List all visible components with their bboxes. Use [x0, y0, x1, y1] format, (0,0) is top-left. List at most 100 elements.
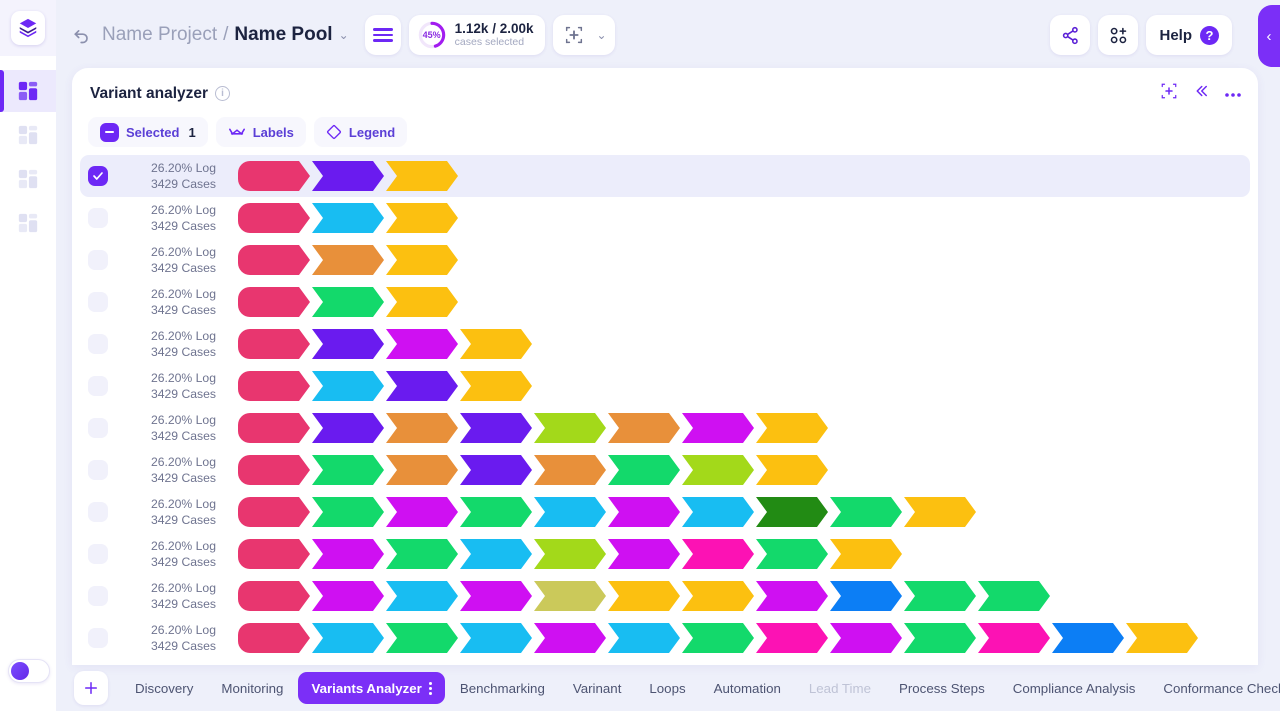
variant-step-lime[interactable] — [534, 413, 606, 443]
tab-process-steps[interactable]: Process Steps — [886, 672, 998, 704]
variant-step-green[interactable] — [608, 455, 680, 485]
breadcrumb-project[interactable]: Name Project — [102, 24, 217, 46]
variant-step-green[interactable] — [386, 539, 458, 569]
variant-step-pink[interactable] — [238, 497, 310, 527]
app-logo[interactable] — [0, 0, 56, 56]
variant-step-cyan[interactable] — [460, 623, 532, 653]
variant-step-pink[interactable] — [238, 161, 310, 191]
variant-step-violet[interactable] — [312, 329, 384, 359]
variant-step-magenta[interactable] — [608, 539, 680, 569]
variant-step-violet[interactable] — [460, 455, 532, 485]
info-icon[interactable]: i — [215, 86, 230, 101]
variant-step-yellow[interactable] — [904, 497, 976, 527]
variant-step-khaki[interactable] — [534, 581, 606, 611]
tab-more-options-icon[interactable] — [429, 682, 432, 695]
variant-step-yellow[interactable] — [386, 287, 458, 317]
variant-step-violet[interactable] — [386, 371, 458, 401]
variant-step-yellow[interactable] — [756, 413, 828, 443]
table-row[interactable]: 26.20% Log3429 Cases — [72, 239, 1258, 281]
table-row[interactable]: 26.20% Log3429 Cases — [72, 281, 1258, 323]
tab-varinant[interactable]: Varinant — [560, 672, 635, 704]
chip-selected[interactable]: Selected 1 — [88, 117, 208, 147]
variant-step-magenta[interactable] — [756, 581, 828, 611]
variant-step-violet[interactable] — [312, 161, 384, 191]
variant-step-yellow[interactable] — [1126, 623, 1198, 653]
tab-benchmarking[interactable]: Benchmarking — [447, 672, 558, 704]
variant-step-green[interactable] — [756, 539, 828, 569]
variant-step-yellow[interactable] — [682, 581, 754, 611]
add-user-button[interactable] — [1098, 15, 1138, 55]
variant-step-cyan[interactable] — [460, 539, 532, 569]
row-checkbox[interactable] — [88, 208, 108, 228]
variant-step-yellow[interactable] — [386, 245, 458, 275]
variant-step-green[interactable] — [312, 497, 384, 527]
variant-step-magenta[interactable] — [312, 581, 384, 611]
chevron-down-icon[interactable]: ⌄ — [339, 28, 349, 42]
variant-step-magenta[interactable] — [682, 413, 754, 443]
variant-step-pink[interactable] — [238, 245, 310, 275]
variant-step-hotpink[interactable] — [682, 539, 754, 569]
variant-step-cyan[interactable] — [312, 371, 384, 401]
panel-collapse-tab[interactable]: ‹ — [1258, 5, 1280, 67]
variant-step-pink[interactable] — [238, 203, 310, 233]
tab-compliance-analysis[interactable]: Compliance Analysis — [1000, 672, 1149, 704]
variant-step-green[interactable] — [830, 497, 902, 527]
tab-discovery[interactable]: Discovery — [122, 672, 206, 704]
chevron-down-icon[interactable]: ⌄ — [596, 28, 606, 42]
variant-step-green[interactable] — [904, 581, 976, 611]
cases-selected-indicator[interactable]: 45% 1.12k / 2.00k cases selected — [409, 15, 546, 55]
table-row[interactable]: 26.20% Log3429 Cases — [72, 617, 1258, 659]
table-row[interactable]: 26.20% Log3429 Cases — [72, 449, 1258, 491]
tab-loops[interactable]: Loops — [636, 672, 698, 704]
variant-step-magenta[interactable] — [386, 497, 458, 527]
variant-step-magenta[interactable] — [386, 329, 458, 359]
hamburger-menu-button[interactable] — [365, 15, 401, 55]
variant-step-yellow[interactable] — [460, 371, 532, 401]
variant-step-pink[interactable] — [238, 455, 310, 485]
variant-step-magenta[interactable] — [830, 623, 902, 653]
sidebar-item-dashboard-2[interactable] — [0, 114, 56, 156]
variant-step-yellow[interactable] — [756, 455, 828, 485]
breadcrumb-pool[interactable]: Name Pool — [234, 24, 332, 46]
theme-toggle[interactable] — [8, 659, 50, 683]
share-button[interactable] — [1050, 15, 1090, 55]
breadcrumb[interactable]: Name Project / Name Pool ⌄ — [102, 24, 349, 46]
row-checkbox[interactable] — [88, 292, 108, 312]
variant-step-hotpink[interactable] — [756, 623, 828, 653]
variant-step-magenta[interactable] — [608, 497, 680, 527]
variant-step-pink[interactable] — [238, 371, 310, 401]
tab-automation[interactable]: Automation — [701, 672, 794, 704]
variant-step-yellow[interactable] — [460, 329, 532, 359]
row-checkbox[interactable] — [88, 334, 108, 354]
row-checkbox[interactable] — [88, 460, 108, 480]
variant-step-pink[interactable] — [238, 329, 310, 359]
row-checkbox[interactable] — [88, 544, 108, 564]
row-checkbox[interactable] — [88, 250, 108, 270]
variant-step-orange[interactable] — [608, 413, 680, 443]
variant-step-cyan[interactable] — [312, 623, 384, 653]
collapse-left-button[interactable] — [1192, 82, 1210, 105]
tab-monitoring[interactable]: Monitoring — [208, 672, 296, 704]
variant-step-yellow[interactable] — [830, 539, 902, 569]
tab-conformance-check[interactable]: Conformance Check — [1150, 672, 1280, 704]
variant-step-pink[interactable] — [238, 581, 310, 611]
variant-step-green[interactable] — [904, 623, 976, 653]
add-target-button[interactable]: ⌄ — [553, 15, 614, 55]
variant-step-cyan[interactable] — [608, 623, 680, 653]
table-row[interactable]: 26.20% Log3429 Cases — [72, 575, 1258, 617]
tab-variants-analyzer[interactable]: Variants Analyzer — [298, 672, 444, 704]
variant-step-blue[interactable] — [830, 581, 902, 611]
variant-step-orange[interactable] — [312, 245, 384, 275]
variant-step-cyan[interactable] — [682, 497, 754, 527]
variant-step-lime[interactable] — [534, 539, 606, 569]
add-tab-button[interactable] — [74, 671, 108, 705]
row-checkbox[interactable] — [88, 628, 108, 648]
table-row[interactable]: 26.20% Log3429 Cases — [72, 365, 1258, 407]
chip-labels[interactable]: Labels — [216, 117, 306, 147]
table-row[interactable]: 26.20% Log3429 Cases — [72, 533, 1258, 575]
variant-step-magenta[interactable] — [534, 623, 606, 653]
chip-legend[interactable]: Legend — [314, 117, 407, 147]
variant-step-cyan[interactable] — [534, 497, 606, 527]
help-button[interactable]: Help ? — [1146, 15, 1232, 55]
table-row[interactable]: 26.20% Log3429 Cases — [72, 407, 1258, 449]
